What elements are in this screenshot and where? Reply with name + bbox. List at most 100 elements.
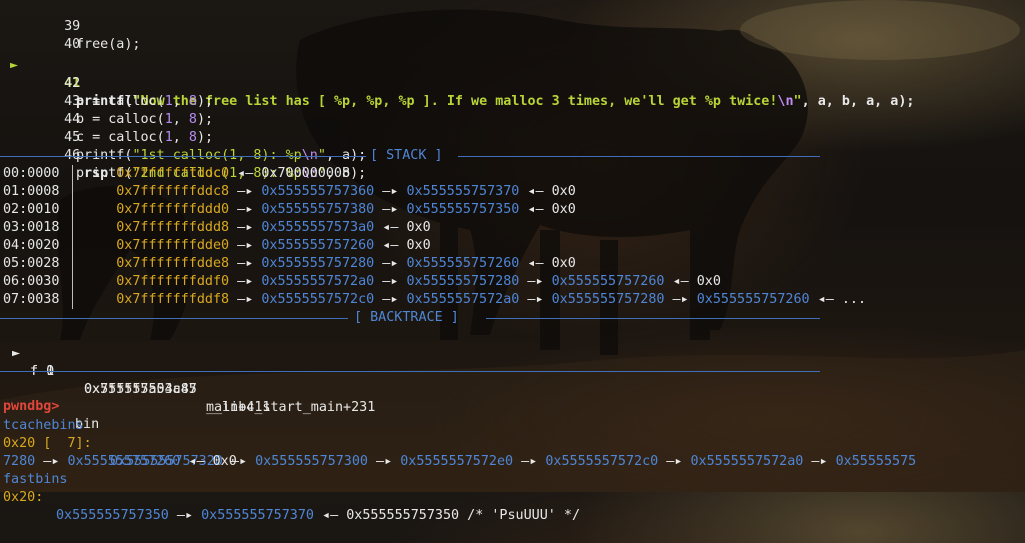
pointer-value: 0x0 bbox=[406, 238, 431, 253]
tcache-chain: 7280 —▸ 0x555555757260 ◂— 0x0 bbox=[3, 453, 237, 471]
tcachebins-title: tcachebins bbox=[3, 418, 84, 433]
arrow-icon: —▸ bbox=[374, 184, 407, 199]
heap-address: 0x555555757370 bbox=[406, 184, 520, 199]
command-line[interactable]: pwndbg> bin bbox=[0, 380, 99, 432]
heap-address: 0x5555557572a0 bbox=[406, 292, 520, 307]
register-name bbox=[84, 256, 108, 271]
heap-address: 0x5555557573a0 bbox=[261, 220, 375, 235]
heap-address: 0x5555557572a0 bbox=[690, 454, 804, 469]
comment: /* 'PsuUUU' */ bbox=[459, 508, 581, 523]
source-text: c = calloc(1, 8); bbox=[76, 130, 214, 145]
stack-entry: 0x7fffffffdde8 —▸ 0x555555757280 —▸ 0x55… bbox=[84, 255, 576, 273]
arrow-icon: —▸ bbox=[229, 274, 262, 289]
arrow-icon: —▸ bbox=[229, 292, 262, 307]
back-arrow-icon: ◂— bbox=[374, 220, 407, 235]
stack-divider bbox=[72, 165, 73, 309]
back-arrow-icon: ◂— bbox=[314, 508, 347, 523]
back-arrow-icon: ◂— bbox=[519, 184, 552, 199]
tcache-bin-entry: 0x20 [ 7]: 0x555555757320 —▸ 0x555555757… bbox=[0, 417, 916, 469]
stack-address: 0x7fffffffdde0 bbox=[116, 238, 230, 253]
stack-address: 0x7fffffffddc8 bbox=[116, 184, 230, 199]
arrow-icon: —▸ bbox=[229, 238, 262, 253]
heap-address: 0x555555757300 bbox=[255, 454, 368, 469]
backtrace-section-title: [ BACKTRACE ] bbox=[354, 310, 459, 325]
pointer-value: 0x0 bbox=[696, 274, 721, 289]
line-number: 42 bbox=[64, 76, 81, 91]
pointer-value: 0x0 bbox=[551, 184, 576, 199]
source-line: 45 printf("1st calloc(1, 8): %p\n", a); bbox=[0, 111, 366, 163]
backtrace-frame: ► f 0 0x555555554a45 main+411 bbox=[0, 327, 271, 415]
register-name bbox=[84, 274, 108, 289]
line-number: 44 bbox=[64, 112, 81, 127]
arrow-icon: —▸ bbox=[519, 292, 552, 307]
arrow-icon: —▸ bbox=[803, 454, 836, 469]
register-name bbox=[84, 184, 108, 199]
back-arrow-icon: ◂— bbox=[664, 274, 697, 289]
heap-address: 0x5555557572e0 bbox=[400, 454, 514, 469]
stack-entry: 0x7fffffffddc8 —▸ 0x555555757360 —▸ 0x55… bbox=[84, 183, 576, 201]
stack-entry: 0x7fffffffdde0 —▸ 0x555555757260 ◂— 0x0 bbox=[84, 237, 431, 255]
pointer-value: 0x0 bbox=[406, 220, 431, 235]
source-line: 39 free(a); bbox=[0, 0, 140, 52]
stack-entry: 0x7fffffffddf8 —▸ 0x5555557572c0 —▸ 0x55… bbox=[84, 291, 866, 309]
stack-offset: 00:0000 bbox=[3, 166, 60, 181]
register-name bbox=[84, 220, 108, 235]
pwndbg-terminal[interactable]: 39 free(a); 40 ► 41 printf("Now the free… bbox=[0, 0, 1025, 523]
stack-address: 0x7fffffffddf0 bbox=[116, 274, 230, 289]
source-line: 40 bbox=[0, 18, 80, 52]
fastbin-entry: 0x20: 0x555555757350 —▸ 0x555555757370 ◂… bbox=[0, 471, 580, 523]
stack-address: 0x7fffffffddc0 bbox=[116, 166, 230, 181]
register-name bbox=[84, 238, 108, 253]
fastbins-title: fastbins bbox=[3, 472, 68, 487]
stack-offset: 01:0008 bbox=[3, 184, 60, 199]
back-arrow-icon: ◂— bbox=[229, 166, 262, 181]
heap-address: 0x555555757260 bbox=[261, 238, 375, 253]
arrow-icon: —▸ bbox=[229, 184, 262, 199]
back-arrow-icon: ◂— bbox=[519, 256, 552, 271]
heap-address: 0x555555757260 bbox=[67, 454, 181, 469]
heap-address: 0x555555757380 bbox=[261, 202, 375, 217]
arrow-icon: —▸ bbox=[374, 256, 407, 271]
stack-offset: 02:0010 bbox=[3, 202, 60, 217]
heap-address: 0x555555757280 bbox=[406, 274, 520, 289]
heap-address: 0x555555757360 bbox=[261, 184, 375, 199]
backtrace-frame: f 1 0x7ffff7a03c87 __libc_start_main+231 bbox=[0, 345, 375, 415]
back-arrow-icon: ◂— bbox=[374, 238, 407, 253]
pointer-value: ... bbox=[841, 292, 867, 307]
source-text: a = calloc(1, 8); bbox=[76, 94, 214, 109]
heap-address: 0x5555557572a0 bbox=[261, 274, 375, 289]
arrow-icon: —▸ bbox=[368, 454, 401, 469]
pointer-value: 0x555555757350 bbox=[346, 508, 460, 523]
stack-address: 0x7fffffffddd0 bbox=[116, 202, 230, 217]
heap-address: 0x555555757280 bbox=[551, 292, 665, 307]
source-line: 42 a = calloc(1, 8); bbox=[0, 57, 213, 109]
divider bbox=[458, 156, 820, 157]
back-arrow-icon: ◂— bbox=[519, 202, 552, 217]
divider bbox=[486, 318, 820, 319]
heap-address: 0x555555757350 bbox=[406, 202, 520, 217]
arrow-icon: —▸ bbox=[229, 220, 262, 235]
arrow-icon: —▸ bbox=[374, 202, 407, 217]
pointer-value: 0x0 bbox=[551, 202, 576, 217]
backtrace-section-footer bbox=[0, 362, 1025, 380]
heap-address: 0x555555757350 bbox=[56, 508, 169, 523]
divider bbox=[0, 371, 820, 372]
arrow-icon: —▸ bbox=[374, 292, 407, 307]
frame-symbol: __libc_start_main+231 bbox=[206, 400, 376, 415]
pointer-value: 0x0 bbox=[212, 454, 237, 469]
arrow-icon: —▸ bbox=[519, 274, 552, 289]
divider bbox=[0, 156, 366, 157]
arrow-icon: —▸ bbox=[168, 508, 202, 523]
stack-offset: 05:0028 bbox=[3, 256, 60, 271]
source-line: 44 c = calloc(1, 8); bbox=[0, 93, 213, 145]
arrow-icon: —▸ bbox=[229, 256, 262, 271]
arrow-icon: —▸ bbox=[35, 454, 68, 469]
stack-entry: 0x7fffffffddd0 —▸ 0x555555757380 —▸ 0x55… bbox=[84, 201, 576, 219]
arrow-icon: —▸ bbox=[664, 292, 697, 307]
heap-address: 0x5555557572c0 bbox=[545, 454, 659, 469]
pointer-value: 0x0 bbox=[551, 256, 576, 271]
line-number: 39 bbox=[64, 19, 81, 34]
back-arrow-icon: ◂— bbox=[809, 292, 842, 307]
stack-entry: 0x7fffffffddd8 —▸ 0x5555557573a0 ◂— 0x0 bbox=[84, 219, 431, 237]
stack-offset: 04:0020 bbox=[3, 238, 60, 253]
